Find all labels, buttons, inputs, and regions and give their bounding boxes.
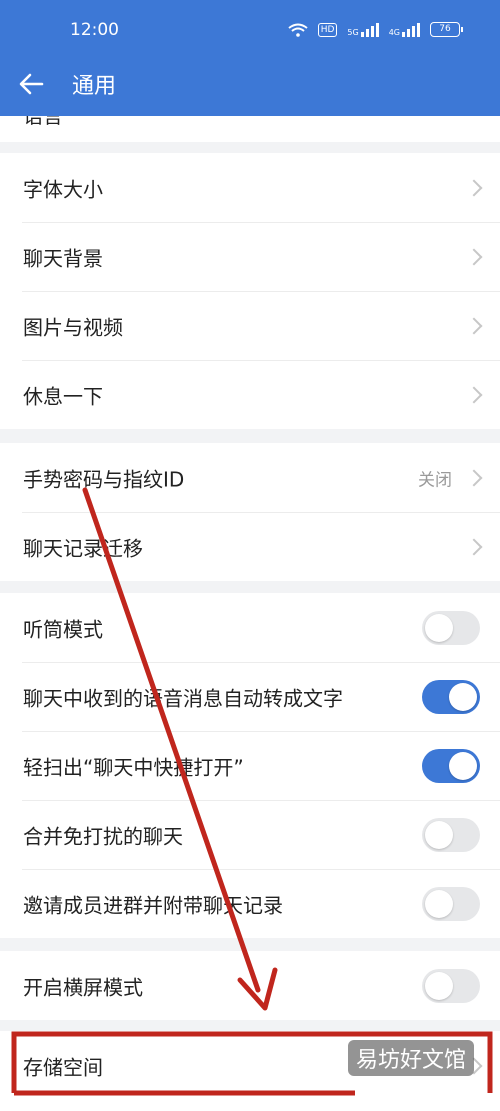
partial-item-label[interactable]: 语言 — [23, 116, 63, 129]
item-label: 聊天中收到的语音消息自动转成文字 — [23, 686, 343, 710]
take-a-break-item[interactable]: 休息一下 — [0, 360, 500, 429]
landscape-mode-item: 开启横屏模式 — [0, 951, 500, 1020]
item-label: 邀请成员进群并附带聊天记录 — [23, 893, 283, 917]
item-label: 图片与视频 — [23, 315, 123, 339]
invite-with-history-item: 邀请成员进群并附带聊天记录 — [0, 869, 500, 938]
toggle-switch[interactable] — [422, 610, 480, 645]
chevron-right-icon — [465, 469, 483, 486]
item-label: 轻扫出“聊天中快捷打开” — [23, 755, 244, 779]
status-icons: HD 5G 4G 76 — [288, 22, 463, 37]
item-label: 存储空间 — [23, 1055, 103, 1079]
watermark: 易坊好文馆 — [347, 1040, 474, 1076]
section-display: 字体大小 聊天背景 图片与视频 休息一下 — [0, 153, 500, 429]
item-label: 听筒模式 — [23, 617, 103, 641]
toggle-switch[interactable] — [422, 679, 480, 714]
swipe-quick-open-item: 轻扫出“聊天中快捷打开” — [0, 731, 500, 800]
merge-muted-chats-item: 合并免打扰的聊天 — [0, 800, 500, 869]
battery-icon: 76 — [430, 22, 463, 37]
item-label: 聊天背景 — [23, 246, 103, 270]
net1-label: 5G — [347, 27, 359, 37]
voice-to-text-item: 聊天中收到的语音消息自动转成文字 — [0, 662, 500, 731]
section-security: 手势密码与指纹ID 关闭 聊天记录迁移 — [0, 443, 500, 581]
gesture-password-item[interactable]: 手势密码与指纹ID 关闭 — [0, 443, 500, 512]
chevron-right-icon — [465, 248, 483, 265]
chevron-right-icon — [465, 317, 483, 334]
section-chat: 听筒模式 聊天中收到的语音消息自动转成文字 轻扫出“聊天中快捷打开” 合并免打扰… — [0, 593, 500, 938]
hd-badge: HD — [317, 22, 338, 37]
wifi-icon — [288, 23, 308, 37]
item-label: 合并免打扰的聊天 — [23, 824, 183, 848]
section-top: 语言 — [0, 116, 500, 142]
item-label: 开启横屏模式 — [23, 975, 143, 999]
section-landscape: 开启横屏模式 — [0, 951, 500, 1020]
item-label: 休息一下 — [23, 384, 103, 408]
chevron-right-icon — [465, 179, 483, 196]
back-arrow-icon[interactable] — [14, 66, 50, 102]
toggle-switch[interactable] — [422, 886, 480, 921]
item-label: 聊天记录迁移 — [23, 536, 143, 560]
toggle-switch[interactable] — [422, 817, 480, 852]
net2-label: 4G — [388, 27, 400, 37]
signal-4g-icon: 4G — [388, 22, 420, 37]
signal-5g-icon: 5G — [347, 22, 379, 37]
status-time: 12:00 — [70, 20, 119, 40]
app-header: 12:00 HD 5G 4G 76 通用 — [0, 0, 500, 116]
chat-history-migration-item[interactable]: 聊天记录迁移 — [0, 512, 500, 581]
toggle-switch[interactable] — [422, 968, 480, 1003]
chevron-right-icon — [465, 538, 483, 555]
earpiece-mode-item: 听筒模式 — [0, 593, 500, 662]
toggle-switch[interactable] — [422, 748, 480, 783]
page-title: 通用 — [72, 74, 117, 99]
font-size-item[interactable]: 字体大小 — [0, 153, 500, 222]
item-label: 手势密码与指纹ID — [23, 467, 185, 491]
chat-background-item[interactable]: 聊天背景 — [0, 222, 500, 291]
chevron-right-icon — [465, 386, 483, 403]
photos-videos-item[interactable]: 图片与视频 — [0, 291, 500, 360]
item-value: 关闭 — [418, 470, 452, 490]
item-label: 字体大小 — [23, 177, 103, 201]
